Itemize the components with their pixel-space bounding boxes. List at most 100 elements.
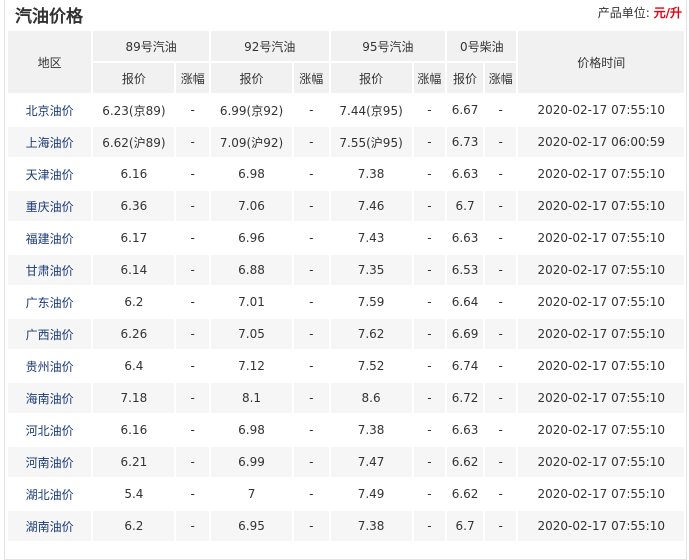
price-95: 7.49 [357, 487, 385, 501]
price-92: 7.05 [210, 319, 293, 349]
table-row: 上海油价 6.62(沪89) -7.09(沪92) -7.55(沪95) -6.73-2… [8, 127, 684, 157]
change-89: - [190, 423, 195, 437]
change-89: - [176, 127, 209, 157]
change-92: - [309, 487, 314, 501]
price-92: 7 [247, 487, 256, 501]
header-diesel-0: 0号柴油 [447, 31, 517, 61]
region-link[interactable]: 湖南油价 [8, 511, 92, 541]
change-92: - [309, 295, 314, 309]
price-time: 2020-02-17 07:55:10 [518, 511, 684, 541]
change-95: - [413, 191, 446, 221]
price-time: 2020-02-17 07:55:10 [537, 295, 665, 309]
change-95: - [427, 295, 432, 309]
change-diesel: - [498, 103, 503, 117]
table-row: 甘肃油价 6.14-6.88-7.35-6.53-2020-02-17 07:55… [8, 255, 684, 285]
change-95: - [413, 447, 446, 477]
change-95: - [413, 319, 446, 349]
price-time: 2020-02-17 06:00:59 [518, 127, 684, 157]
change-92: - [309, 231, 314, 245]
change-diesel: - [498, 359, 503, 373]
region-link[interactable]: 福建油价 [8, 223, 91, 253]
header-92: 92号汽油 [210, 31, 329, 61]
price-89: 6.4 [124, 359, 144, 373]
region-link[interactable]: 河南油价 [8, 447, 92, 477]
price-92: 7.09(沪92) [210, 127, 293, 157]
change-diesel: - [484, 319, 517, 349]
region-link[interactable]: 湖北油价 [8, 479, 91, 509]
region-link[interactable]: 北京油价 [8, 95, 91, 125]
change-89: - [176, 383, 209, 413]
region-link[interactable]: 广东油价 [8, 287, 91, 317]
unit-value: 元/升 [653, 6, 682, 20]
price-95: 7.35 [330, 255, 412, 285]
price-95: 7.38 [357, 167, 385, 181]
change-89: - [176, 255, 209, 285]
price-diesel: 6.64 [451, 295, 479, 309]
price-89: 6.62(沪89) [93, 127, 175, 157]
price-95: 7.46 [330, 191, 412, 221]
change-95: - [413, 383, 446, 413]
region-link[interactable]: 天津油价 [8, 159, 91, 189]
price-table: 地区 89号汽油 92号汽油 95号汽油 0号柴油 价格时间 报价 涨幅 报价 涨幅… [6, 29, 686, 543]
price-diesel: 6.7 [447, 191, 483, 221]
unit-label-text: 产品单位: [597, 6, 650, 20]
region-link[interactable]: 海南油价 [8, 383, 92, 413]
region-link[interactable]: 广西油价 [8, 319, 92, 349]
price-89: 6.21 [93, 447, 175, 477]
region-link[interactable]: 河北油价 [8, 415, 91, 445]
change-diesel: - [498, 295, 503, 309]
price-89: 7.18 [93, 383, 175, 413]
price-95: 7.38 [330, 511, 412, 541]
change-95: - [427, 103, 432, 117]
change-95: - [413, 255, 446, 285]
table-row: 北京油价 6.23(京89) - 6.99(京92) - 7.44(京95) - 6.67 - 2… [8, 95, 684, 125]
price-89: 6.16 [120, 423, 148, 437]
change-92: - [294, 319, 329, 349]
price-diesel: 6.63 [451, 167, 479, 181]
region-link[interactable]: 甘肃油价 [8, 255, 92, 285]
change-95: - [427, 167, 432, 181]
header-change: 涨幅 [176, 63, 209, 93]
change-89: - [176, 447, 209, 477]
price-95: 7.44(京95) [339, 103, 403, 118]
region-link[interactable]: 重庆油价 [8, 191, 92, 221]
header-price: 报价 [447, 63, 483, 93]
price-92: 6.88 [210, 255, 293, 285]
change-95: - [427, 423, 432, 437]
table-row: 福建油价 6.17 - 6.96 - 7.43 - 6.63 - 2020-02-17 07:55… [8, 223, 684, 253]
price-92: 6.96 [238, 231, 265, 245]
change-92: - [294, 447, 329, 477]
change-diesel: - [498, 487, 503, 501]
change-92: - [294, 191, 329, 221]
change-89: - [176, 511, 209, 541]
change-diesel: - [484, 447, 517, 477]
price-time: 2020-02-17 07:55:10 [518, 319, 684, 349]
price-time: 2020-02-17 07:55:10 [537, 103, 665, 117]
price-92: 6.99 [210, 447, 293, 477]
table-row: 海南油价 7.18-8.1-8.6-6.72-2020-02-17 07:55:1… [8, 383, 684, 413]
change-diesel: - [498, 423, 503, 437]
price-92: 6.99(京92) [219, 103, 284, 118]
change-diesel: - [484, 383, 517, 413]
change-89: - [190, 231, 195, 245]
price-time: 2020-02-17 07:55:10 [537, 423, 665, 437]
price-89: 6.16 [120, 167, 148, 181]
price-time: 2020-02-17 07:55:10 [518, 447, 684, 477]
table-row: 广东油价 6.2 - 7.01 - 7.59 - 6.64 - 2020-02-17 07:55:… [8, 287, 684, 317]
header-price: 报价 [330, 63, 412, 93]
region-link[interactable]: 贵州油价 [8, 351, 91, 381]
price-95: 7.62 [330, 319, 412, 349]
page-title: 汽油价格 [15, 7, 83, 27]
price-diesel: 6.53 [447, 255, 483, 285]
table-row: 湖南油价 6.2-6.95-7.38-6.7-2020-02-17 07:55:1… [8, 511, 684, 541]
change-92: - [309, 423, 314, 437]
price-89: 6.2 [93, 511, 175, 541]
region-link[interactable]: 上海油价 [8, 127, 92, 157]
price-95: 7.55(沪95) [330, 127, 412, 157]
price-diesel: 6.67 [451, 103, 479, 117]
table-row: 广西油价 6.26-7.05-7.62-6.69-2020-02-17 07:55… [8, 319, 684, 349]
change-92: - [294, 511, 329, 541]
change-95: - [427, 231, 432, 245]
table-row: 重庆油价 6.36-7.06-7.46-6.7-2020-02-17 07:55:… [8, 191, 684, 221]
table-row: 湖北油价 5.4 - 7 - 7.49 - 6.62 - 2020-02-17 07:55:10 [8, 479, 684, 509]
